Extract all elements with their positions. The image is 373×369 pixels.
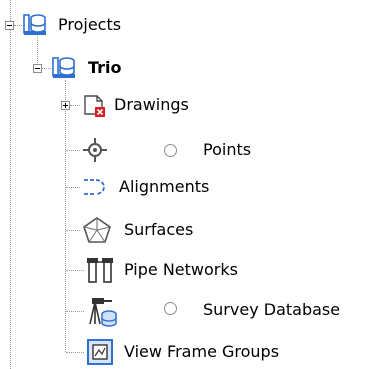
tree-label-drawings[interactable]: Drawings: [114, 94, 189, 116]
collapse-toggle-trio[interactable]: [33, 64, 42, 73]
drawings-icon: [84, 95, 105, 117]
tree-label-projects[interactable]: Projects: [58, 14, 121, 36]
surfaces-icon: [83, 217, 111, 243]
tree-label-survey-database[interactable]: Survey Database: [203, 299, 340, 321]
tree-label-alignments[interactable]: Alignments: [119, 176, 209, 198]
view-frame-groups-icon: [87, 339, 113, 365]
tree-label-trio[interactable]: Trio: [88, 57, 122, 79]
tree-label-view-frame-groups[interactable]: View Frame Groups: [124, 341, 279, 363]
tree-label-points[interactable]: Points: [203, 139, 251, 161]
points-radio-button[interactable]: [164, 144, 177, 157]
pipe-networks-icon: [87, 258, 113, 283]
project-database-icon: [23, 14, 46, 35]
survey-database-radio-button[interactable]: [164, 302, 177, 315]
alignments-icon: [84, 179, 105, 195]
tree-label-pipe-networks[interactable]: Pipe Networks: [124, 259, 238, 281]
expand-toggle-drawings[interactable]: [61, 101, 70, 110]
tree-label-surfaces[interactable]: Surfaces: [124, 219, 193, 241]
survey-database-icon: [89, 298, 117, 327]
tree-guide-line-root: [10, 0, 11, 369]
collapse-toggle-projects[interactable]: [5, 21, 14, 30]
points-icon: [83, 138, 107, 162]
project-database-icon: [52, 57, 75, 78]
